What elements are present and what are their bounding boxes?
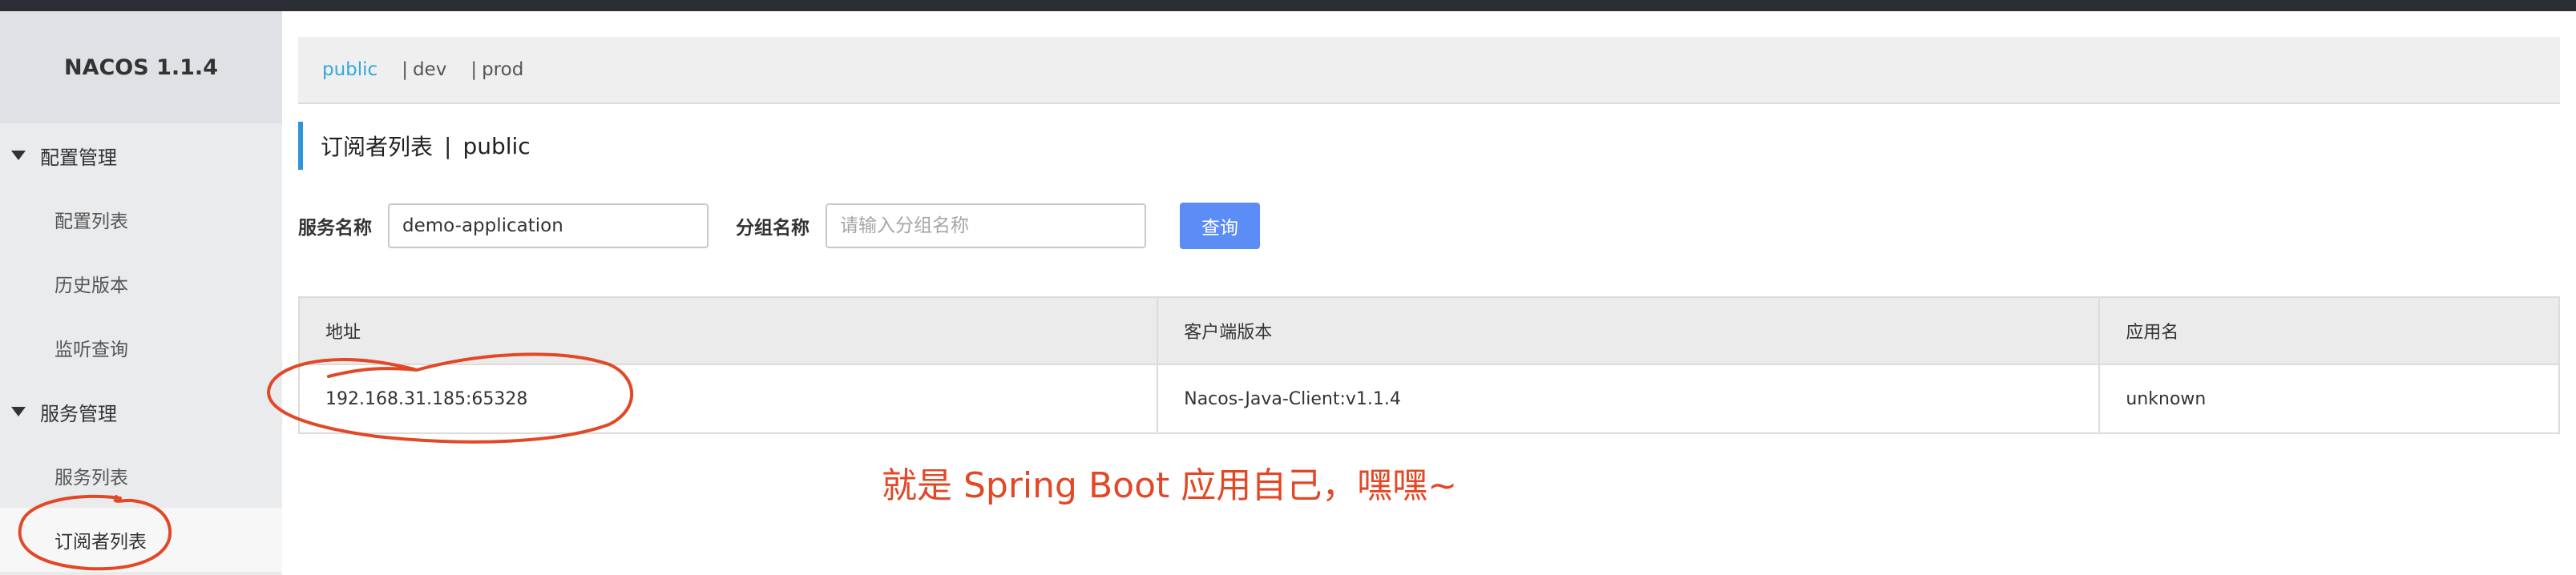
main-content: public | dev | prod 订阅者列表 | public 服务名称 … [282,11,2576,575]
sidebar-item-listener-query[interactable]: 监听查询 [0,316,282,380]
page-title-text: 订阅者列表 [321,134,434,160]
cell-app-name: unknown [2126,388,2207,409]
namespace-prod[interactable]: prod [482,59,523,80]
service-name-input[interactable] [388,203,709,248]
column-header-client-version: 客户端版本 [1158,298,2101,364]
annotation-text: 就是 Spring Boot 应用自己，嘿嘿~ [882,465,1458,506]
table-row: 192.168.31.185:65328 Nacos-Java-Client:v… [300,365,2558,432]
sidebar-group-label: 服务管理 [40,402,117,425]
query-button[interactable]: 查询 [1180,203,1260,249]
namespace-separator: | [470,59,478,80]
sidebar-item-subscriber-list[interactable]: 订阅者列表 [0,508,282,572]
cell-address: 192.168.31.185:65328 [300,365,1159,432]
group-name-input[interactable] [826,203,1146,248]
sidebar-item-service-list[interactable]: 服务列表 [0,444,282,508]
sidebar-item-history[interactable]: 历史版本 [0,251,282,316]
app-logo-title: NACOS 1.1.4 [0,11,282,123]
table-header: 地址 客户端版本 应用名 [300,298,2558,365]
page-title: 订阅者列表 | public [298,122,531,170]
namespace-public[interactable]: public [322,59,378,80]
namespace-bar: public | dev | prod [298,37,2560,104]
namespace-dev[interactable]: dev [413,59,446,80]
sidebar-group-service[interactable]: 服务管理 [0,380,282,444]
top-bar [0,0,2576,11]
page-title-separator: | [444,132,452,159]
service-name-label: 服务名称 [298,218,372,239]
caret-down-icon [11,407,26,416]
cell-client-version: Nacos-Java-Client:v1.1.4 [1158,365,2101,432]
sidebar-group-config[interactable]: 配置管理 [0,123,282,187]
column-header-address: 地址 [300,298,1159,364]
page-title-namespace: public [462,132,531,159]
group-name-label: 分组名称 [736,218,810,239]
column-header-app-name: 应用名 [2126,323,2179,343]
sidebar: NACOS 1.1.4 配置管理 配置列表 历史版本 监听查询 服务管理 服务列… [0,11,282,575]
subscriber-table: 地址 客户端版本 应用名 192.168.31.185:65328 Nacos-… [298,296,2560,434]
search-form: 服务名称 分组名称 查询 [298,202,1260,250]
caret-down-icon [11,151,26,160]
sidebar-item-config-list[interactable]: 配置列表 [0,187,282,251]
sidebar-group-label: 配置管理 [40,146,117,169]
namespace-separator: | [402,59,408,80]
